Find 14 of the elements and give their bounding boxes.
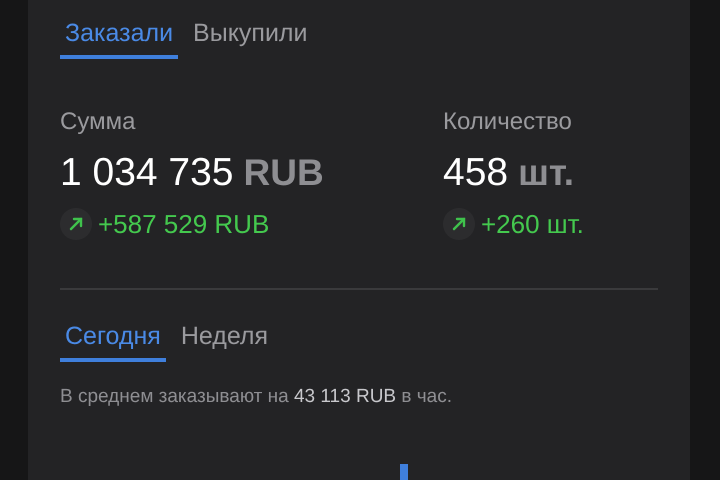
chart-bar — [400, 464, 408, 480]
change-value: +260 шт. — [481, 208, 584, 240]
metric-unit: шт. — [518, 152, 574, 194]
tab[interactable]: Неделя — [176, 320, 274, 362]
metric-label: Сумма — [60, 108, 136, 136]
tab[interactable]: Выкупили — [188, 17, 312, 59]
change-value: +587 529 RUB — [98, 208, 270, 240]
tab[interactable]: Сегодня — [60, 320, 166, 362]
metric-unit: RUB — [244, 152, 324, 194]
summary-text: В среднем заказывают на 43 113 RUB в час. — [60, 386, 453, 408]
metric-label: Количество — [443, 108, 573, 136]
metric-value: 458 — [443, 150, 508, 196]
tab[interactable]: Заказали — [60, 17, 178, 59]
metric-value: 1 034 735 — [60, 150, 234, 196]
